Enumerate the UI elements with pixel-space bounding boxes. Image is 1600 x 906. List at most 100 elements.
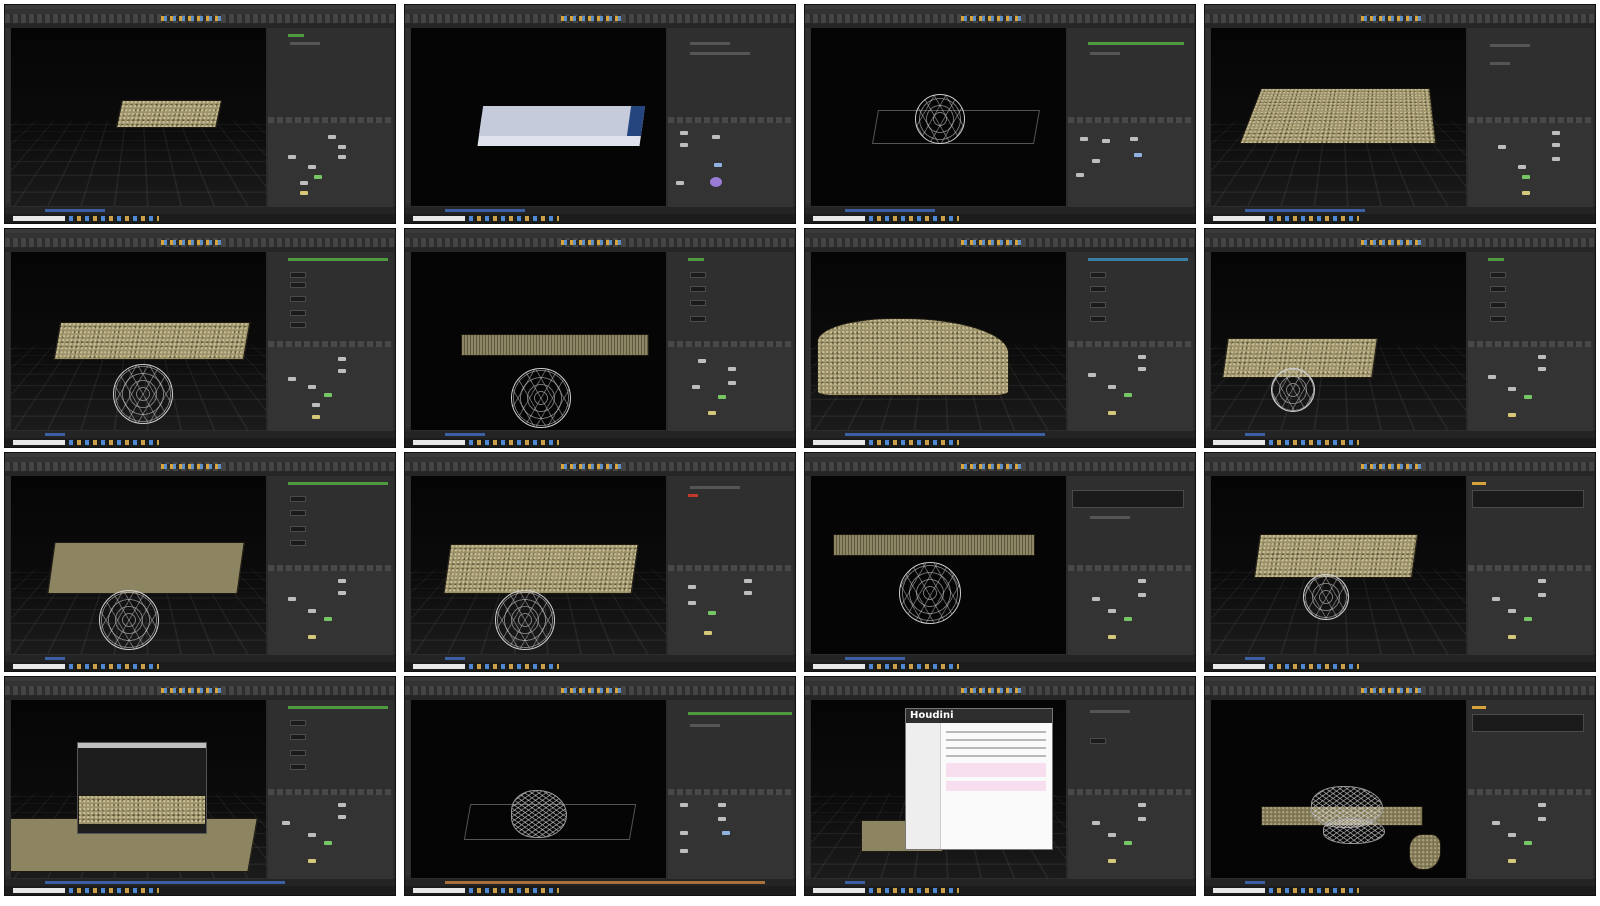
viewport-tools[interactable]: [805, 476, 810, 651]
taskbar-icons[interactable]: [1269, 216, 1359, 221]
network-node-output[interactable]: [1508, 635, 1516, 639]
network-node[interactable]: [1134, 153, 1142, 157]
network-node[interactable]: [1538, 355, 1546, 359]
network-node[interactable]: [1076, 173, 1084, 177]
floating-viewer-window[interactable]: [77, 742, 207, 834]
search-icon[interactable]: [13, 664, 65, 669]
taskbar-icons[interactable]: [469, 440, 559, 445]
network-node[interactable]: [1138, 367, 1146, 371]
scene-viewport[interactable]: [411, 700, 666, 878]
network-node[interactable]: [1492, 821, 1500, 825]
shelf-toolbar[interactable]: [805, 462, 1195, 471]
network-node-output[interactable]: [1108, 635, 1116, 639]
network-node-output[interactable]: [312, 415, 320, 419]
network-node[interactable]: [282, 821, 290, 825]
parameter-pane[interactable]: [268, 700, 393, 788]
shelf-toolbar[interactable]: [805, 686, 1195, 695]
network-node-output[interactable]: [1522, 191, 1530, 195]
param-field[interactable]: [290, 734, 306, 740]
network-node[interactable]: [680, 803, 688, 807]
timeline[interactable]: [405, 879, 795, 886]
network-editor[interactable]: [268, 347, 393, 431]
search-icon[interactable]: [813, 888, 865, 893]
param-active-field[interactable]: [1088, 42, 1184, 45]
network-node[interactable]: [1508, 387, 1516, 391]
param-active-field[interactable]: [1472, 706, 1486, 709]
shelf-toolbar[interactable]: [5, 238, 395, 247]
taskbar-icons[interactable]: [869, 664, 959, 669]
network-editor[interactable]: [1068, 795, 1193, 879]
viewport-tools[interactable]: [5, 700, 10, 875]
network-node[interactable]: [680, 849, 688, 853]
network-node[interactable]: [338, 579, 346, 583]
timeline[interactable]: [1205, 655, 1595, 662]
network-editor[interactable]: [1468, 123, 1593, 207]
viewport-tools[interactable]: [5, 252, 10, 427]
param-field[interactable]: [1090, 738, 1106, 744]
search-icon[interactable]: [413, 440, 465, 445]
param-active-field[interactable]: [1472, 482, 1486, 485]
network-editor[interactable]: [268, 795, 393, 879]
network-node[interactable]: [744, 591, 752, 595]
scene-viewport[interactable]: [811, 252, 1066, 430]
param-active-field[interactable]: [288, 34, 304, 37]
param-field[interactable]: [290, 322, 306, 328]
search-icon[interactable]: [1213, 888, 1265, 893]
parameter-pane[interactable]: [1068, 476, 1193, 564]
search-icon[interactable]: [413, 888, 465, 893]
network-node[interactable]: [1138, 355, 1146, 359]
parameter-pane[interactable]: [668, 700, 793, 788]
shelf-toolbar[interactable]: [805, 14, 1195, 23]
network-node[interactable]: [714, 163, 722, 167]
network-node-selected[interactable]: [718, 395, 726, 399]
shelf-toolbar[interactable]: [405, 238, 795, 247]
viewport-tools[interactable]: [1205, 252, 1210, 427]
parameter-pane[interactable]: [268, 252, 393, 340]
scene-viewport[interactable]: [411, 476, 666, 654]
network-node[interactable]: [308, 833, 316, 837]
network-node[interactable]: [1108, 609, 1116, 613]
timeline[interactable]: [1205, 879, 1595, 886]
parameter-pane[interactable]: [1468, 700, 1593, 788]
network-node[interactable]: [728, 367, 736, 371]
network-node[interactable]: [338, 145, 346, 149]
viewport-tools[interactable]: [1205, 28, 1210, 203]
timeline[interactable]: [805, 879, 1195, 886]
search-icon[interactable]: [1213, 216, 1265, 221]
scene-viewport[interactable]: [1211, 700, 1466, 878]
timeline[interactable]: [805, 207, 1195, 214]
network-node[interactable]: [688, 585, 696, 589]
network-node[interactable]: [338, 803, 346, 807]
network-node-output[interactable]: [1508, 859, 1516, 863]
param-field[interactable]: [1490, 302, 1506, 308]
network-node[interactable]: [680, 131, 688, 135]
network-node[interactable]: [1552, 157, 1560, 161]
network-node[interactable]: [676, 181, 684, 185]
network-editor[interactable]: [1068, 347, 1193, 431]
network-node[interactable]: [308, 609, 316, 613]
network-node[interactable]: [1538, 367, 1546, 371]
param-field[interactable]: [290, 272, 306, 278]
network-node[interactable]: [308, 385, 316, 389]
network-editor[interactable]: [268, 571, 393, 655]
param-field[interactable]: [290, 496, 306, 502]
network-node-output[interactable]: [1108, 411, 1116, 415]
network-node[interactable]: [718, 817, 726, 821]
param-row[interactable]: [1490, 62, 1510, 65]
network-node[interactable]: [1138, 579, 1146, 583]
network-node[interactable]: [1088, 373, 1096, 377]
code-editor[interactable]: [1072, 490, 1184, 508]
param-row[interactable]: [290, 42, 320, 45]
network-node[interactable]: [1138, 593, 1146, 597]
param-field[interactable]: [690, 272, 706, 278]
network-editor[interactable]: [1468, 347, 1593, 431]
parameter-pane[interactable]: [1468, 252, 1593, 340]
network-node[interactable]: [338, 155, 346, 159]
network-editor[interactable]: [1468, 571, 1593, 655]
taskbar-icons[interactable]: [1269, 888, 1359, 893]
network-node-output[interactable]: [308, 635, 316, 639]
network-editor[interactable]: [668, 347, 793, 431]
param-field[interactable]: [290, 720, 306, 726]
network-node-selected[interactable]: [1524, 395, 1532, 399]
network-node-selected[interactable]: [324, 617, 332, 621]
